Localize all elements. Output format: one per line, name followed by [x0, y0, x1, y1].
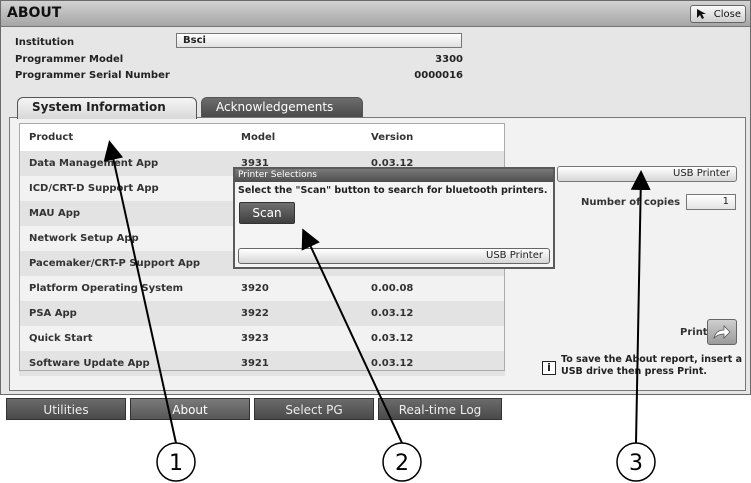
product-model: 3921 — [241, 358, 269, 369]
product-name: Quick Start — [29, 333, 93, 344]
print-arrow-icon — [713, 325, 731, 340]
print-button[interactable] — [707, 319, 737, 345]
table-row: PSA App 3922 0.03.12 — [19, 301, 505, 326]
scan-button[interactable]: Scan — [239, 202, 295, 224]
programmer-model-label: Programmer Model — [15, 54, 124, 65]
about-window: ABOUT Close Institution Bsci Programmer … — [0, 0, 751, 395]
dialog-message: Select the "Scan" button to search for b… — [238, 185, 548, 196]
nav-about[interactable]: About — [130, 398, 250, 420]
product-name: PSA App — [29, 308, 77, 319]
product-name: Network Setup App — [29, 233, 139, 244]
copies-field[interactable]: 1 — [686, 194, 736, 210]
callout-2-label: 2 — [395, 451, 409, 476]
product-name: Software Update App — [29, 358, 150, 369]
programmer-serial-value: 0000016 — [414, 70, 463, 81]
table-row: Software Update App 3921 0.03.12 — [19, 351, 505, 376]
programmer-model-value: 3300 — [435, 54, 463, 65]
product-version: 0.03.12 — [371, 358, 414, 369]
print-label: Print — [680, 327, 708, 338]
close-button[interactable]: Close — [690, 5, 746, 23]
callout-3-label: 3 — [629, 451, 643, 476]
info-icon: i — [542, 361, 556, 375]
product-name: ICD/CRT-D Support App — [29, 183, 159, 194]
tab-acknowledgements[interactable]: Acknowledgements — [201, 97, 363, 117]
close-icon — [697, 9, 706, 19]
printer-selections-dialog: Printer Selections Select the "Scan" but… — [233, 167, 555, 269]
programmer-serial-label: Programmer Serial Number — [15, 70, 170, 81]
copies-label: Number of copies — [581, 197, 681, 208]
window-title: ABOUT — [7, 5, 62, 21]
product-name: MAU App — [29, 208, 81, 219]
bottom-nav: Utilities About Select PG Real-time Log — [0, 398, 751, 420]
product-version: 0.03.12 — [371, 308, 414, 319]
callout-3-circle — [616, 442, 656, 482]
product-model: 3920 — [241, 283, 269, 294]
nav-select-pg[interactable]: Select PG — [254, 398, 374, 420]
header-product: Product — [29, 132, 74, 143]
printer-select-button[interactable]: USB Printer — [557, 166, 737, 182]
dialog-title: Printer Selections — [235, 169, 553, 182]
product-version: 0.03.12 — [371, 333, 414, 344]
product-name: Platform Operating System — [29, 283, 184, 294]
table-header: Product Model Version — [19, 123, 505, 151]
callout-1-circle — [156, 442, 196, 482]
table-row: Platform Operating System 3920 0.00.08 — [19, 276, 505, 301]
institution-field[interactable]: Bsci — [176, 33, 462, 48]
tab-system-information[interactable]: System Information — [17, 97, 197, 119]
nav-utilities[interactable]: Utilities — [6, 398, 126, 420]
table-row: Quick Start 3923 0.03.12 — [19, 326, 505, 351]
close-label: Close — [713, 8, 741, 20]
nav-real-time-log[interactable]: Real-time Log — [378, 398, 502, 420]
callout-2-circle — [382, 442, 422, 482]
title-bar: ABOUT Close — [1, 1, 750, 27]
product-name: Pacemaker/CRT-P Support App — [29, 258, 201, 269]
product-version: 0.00.08 — [371, 283, 414, 294]
product-model: 3923 — [241, 333, 269, 344]
usb-hint-text: To save the About report, insert a USB d… — [561, 354, 743, 377]
usb-printer-option[interactable]: USB Printer — [238, 248, 550, 264]
product-name: Data Management App — [29, 158, 159, 169]
callout-1-label: 1 — [169, 451, 183, 476]
header-model: Model — [241, 132, 276, 143]
header-version: Version — [371, 132, 414, 143]
institution-label: Institution — [15, 37, 75, 48]
product-model: 3922 — [241, 308, 269, 319]
